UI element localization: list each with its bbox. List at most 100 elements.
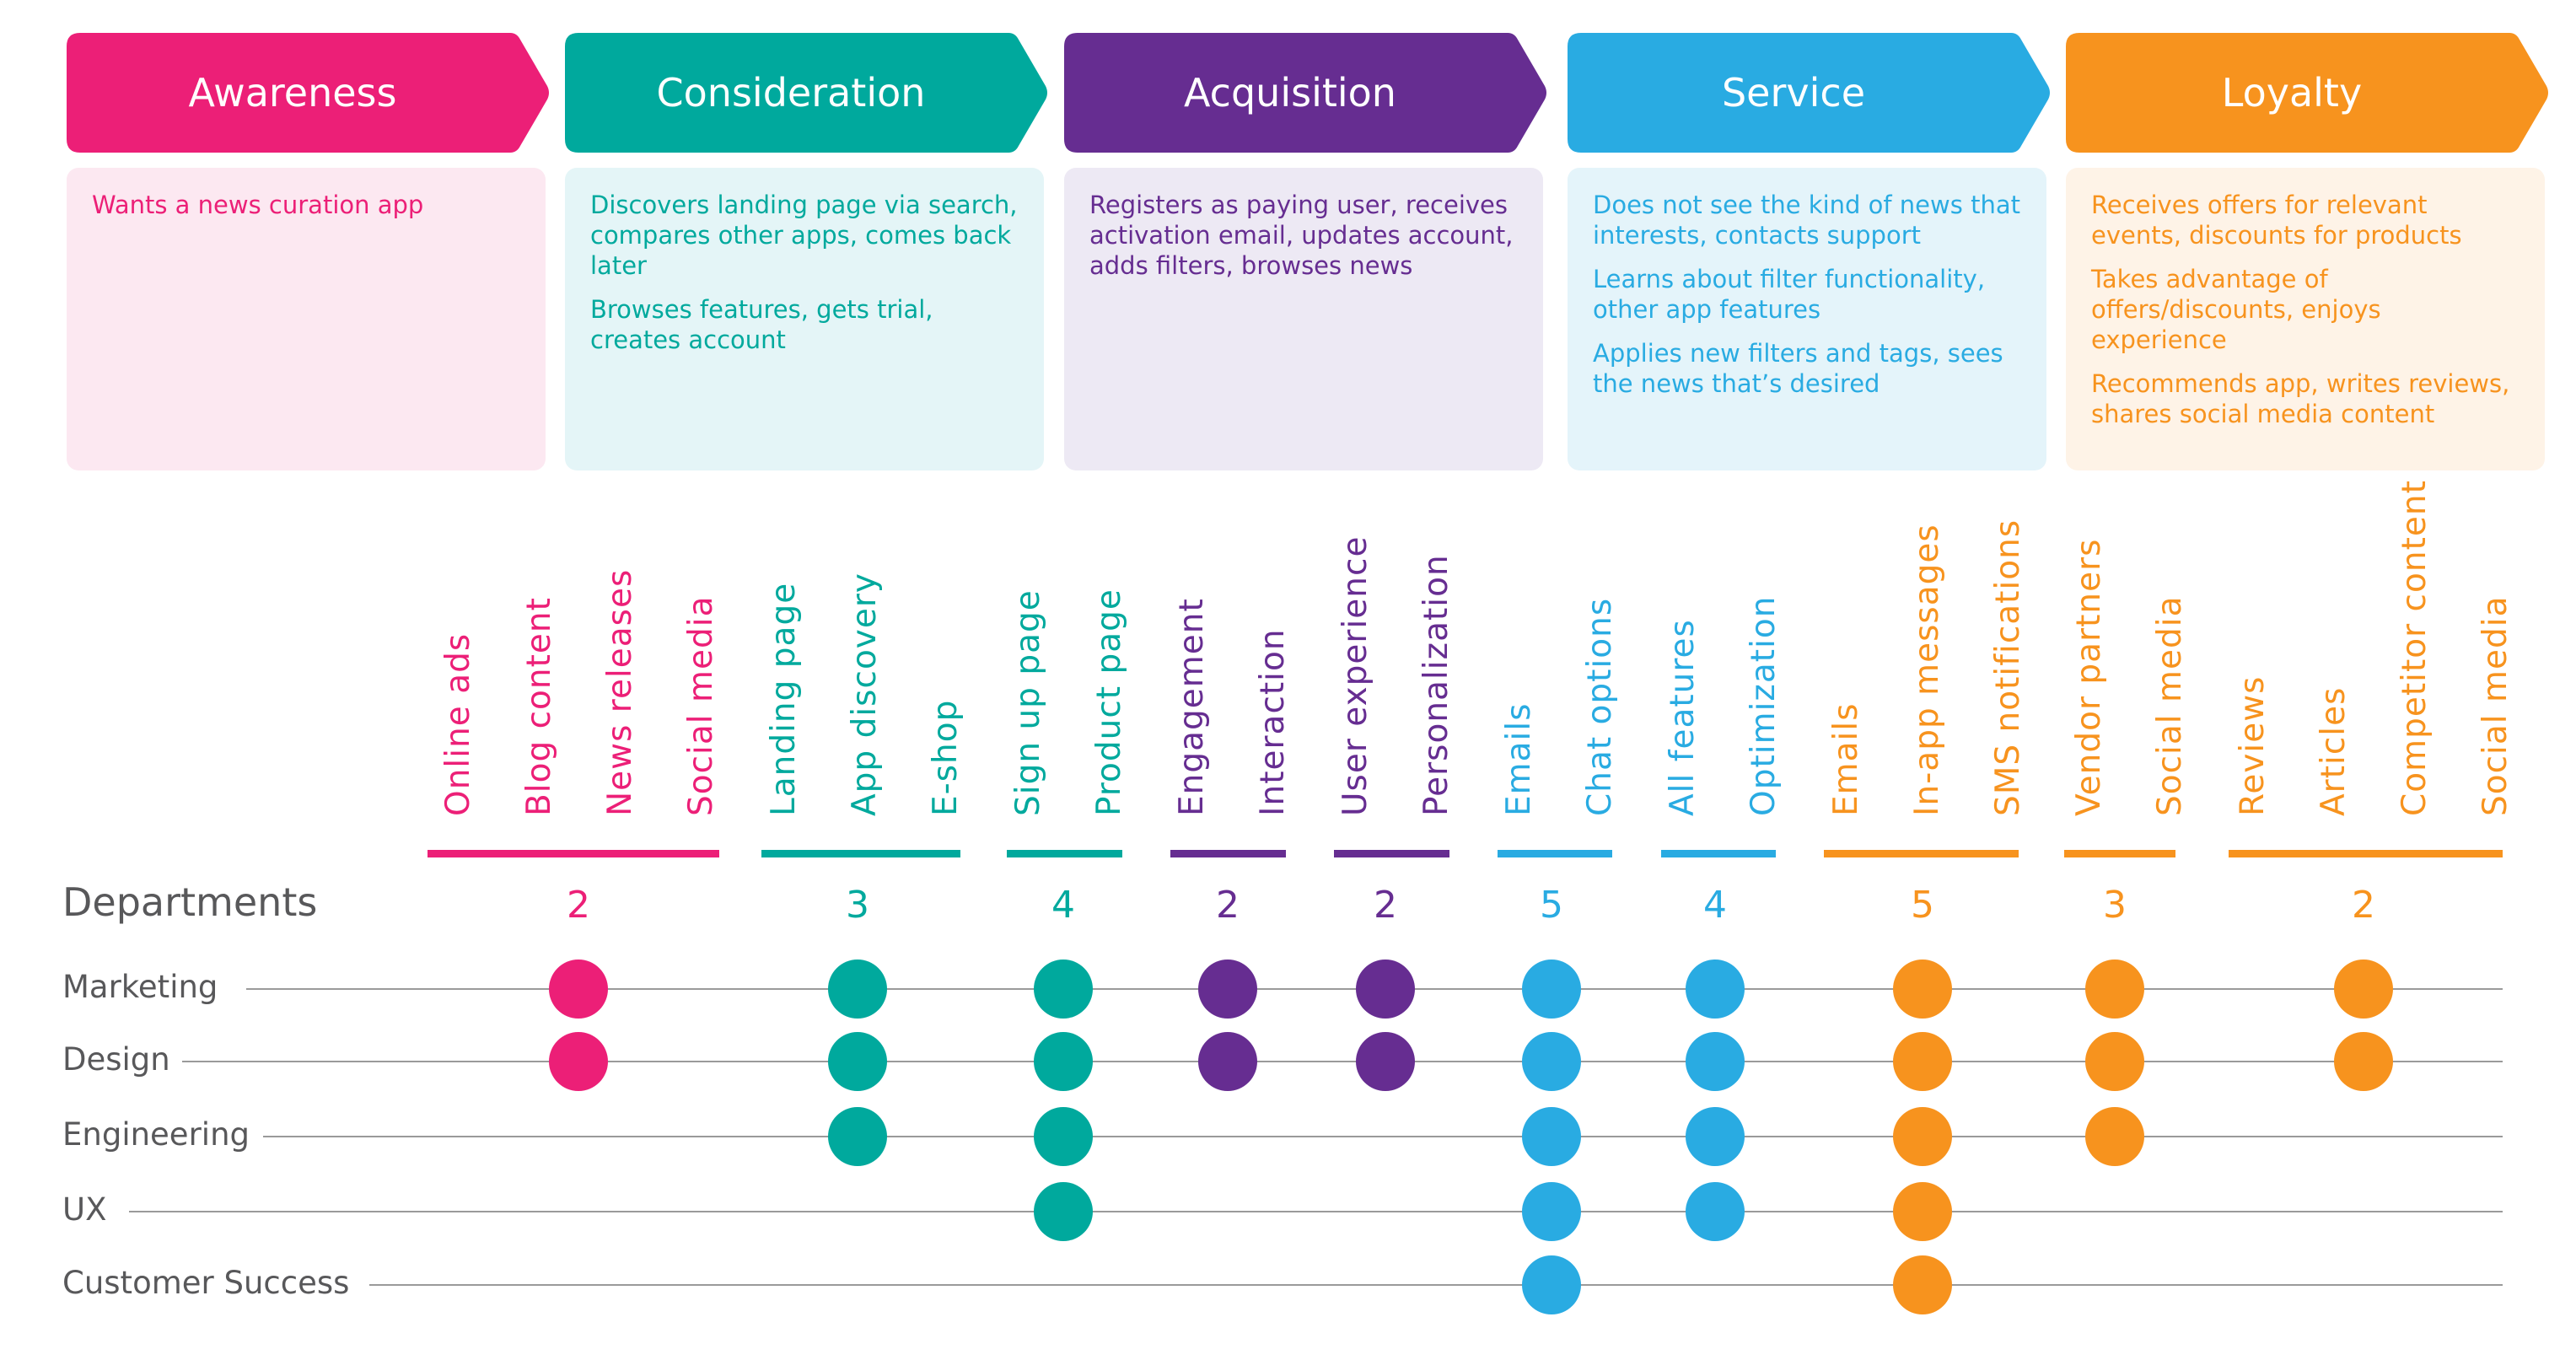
touchpoint-label: SMS notifications [1989, 519, 2027, 816]
involvement-dot [1356, 960, 1415, 1019]
stage-card-consideration: Discovers landing page via search, compa… [565, 168, 1044, 470]
stage-card-acquisition: Registers as paying user, receives activ… [1064, 168, 1543, 470]
involvement-dot [2085, 1032, 2144, 1091]
involvement-dot [1522, 960, 1581, 1019]
touchpoint-label: E-shop [927, 699, 965, 816]
stage-card-item: Applies new filters and tags, sees the n… [1593, 339, 2003, 398]
touchpoint-label: Landing page [765, 582, 803, 816]
involvement-dot [1522, 1182, 1581, 1241]
stage-header-consideration: Consideration [565, 33, 1047, 153]
involvement-dot [828, 960, 887, 1019]
touchpoint-label: Competitor content [2396, 480, 2433, 816]
involvement-dot [828, 1107, 887, 1166]
stage-card-item: Browses features, gets trial, creates ac… [590, 295, 933, 354]
group-underline [761, 850, 960, 857]
involvement-dot [1686, 1182, 1745, 1241]
stage-header-service: Service [1568, 33, 2050, 153]
involvement-dot [1686, 1032, 1745, 1091]
involvement-dot [828, 1032, 887, 1091]
stage-card-service: Does not see the kind of news that inter… [1568, 168, 2046, 470]
department-row-line [129, 1211, 2503, 1212]
involvement-dot [1893, 960, 1952, 1019]
involvement-dot [1522, 1255, 1581, 1314]
group-underline [1824, 850, 2019, 857]
department-label: Customer Success [62, 1265, 350, 1301]
involvement-dot [1686, 1107, 1745, 1166]
involvement-dot [2085, 1107, 2144, 1166]
involvement-dot [1893, 1032, 1952, 1091]
touchpoint-label: Vendor partners [2070, 538, 2108, 816]
stage-header-awareness: Awareness [67, 33, 549, 153]
stage-card-item: Recommends app, writes reviews, shares s… [2091, 369, 2510, 428]
department-count: 4 [1703, 884, 1727, 927]
touchpoint-label: Chat options [1581, 597, 1619, 816]
touchpoint-label: Emails [1500, 702, 1538, 816]
involvement-dot [1034, 1032, 1093, 1091]
group-underline [1661, 850, 1776, 857]
department-count: 2 [2352, 884, 2375, 927]
involvement-dot [549, 1032, 608, 1091]
stage-card-item: Learns about filter functionality, other… [1593, 265, 1986, 324]
touchpoint-label: Product page [1090, 589, 1128, 816]
departments-heading: Departments [62, 879, 318, 925]
touchpoint-label: Online ads [439, 632, 477, 816]
involvement-dot [1034, 960, 1093, 1019]
stage-title: Service [1721, 70, 1865, 116]
involvement-dot [1522, 1107, 1581, 1166]
group-underline [1334, 850, 1449, 857]
involvement-dot [549, 960, 608, 1019]
stage-header-loyalty: Loyalty [2066, 33, 2548, 153]
stage-card-item: Takes advantage of offers/discounts, enj… [2091, 265, 2381, 354]
department-count: 5 [1540, 884, 1563, 927]
group-underline [2064, 850, 2175, 857]
involvement-dot [2334, 1032, 2393, 1091]
touchpoint-label: Emails [1827, 702, 1865, 816]
department-row-line [369, 1284, 2503, 1286]
involvement-dot [1198, 960, 1257, 1019]
department-count: 2 [567, 884, 590, 927]
stage-card-item: Registers as paying user, receives activ… [1089, 191, 1514, 280]
department-row-line [263, 1136, 2503, 1137]
touchpoint-label: App discovery [846, 572, 884, 816]
group-underline [2229, 850, 2503, 857]
group-underline [1498, 850, 1612, 857]
touchpoint-label: Personalization [1417, 554, 1455, 816]
department-count: 3 [2103, 884, 2127, 927]
department-label: Design [62, 1041, 170, 1078]
involvement-dot [2334, 960, 2393, 1019]
touchpoint-label: Engagement [1173, 598, 1211, 816]
touchpoint-label: Blog content [520, 597, 558, 816]
stage-title: Consideration [656, 70, 926, 116]
department-count: 2 [1216, 884, 1240, 927]
department-label: UX [62, 1191, 107, 1228]
stage-title: Awareness [188, 70, 397, 116]
group-underline [1170, 850, 1286, 857]
department-row-line [182, 1061, 2503, 1062]
touchpoint-label: Optimization [1745, 595, 1783, 816]
involvement-dot [2085, 960, 2144, 1019]
involvement-dot [1893, 1255, 1952, 1314]
involvement-dot [1034, 1107, 1093, 1166]
touchpoint-label: User experience [1336, 535, 1374, 816]
department-count: 4 [1051, 884, 1075, 927]
touchpoint-label: In-app messages [1908, 524, 1946, 816]
stage-card-item: Wants a news curation app [92, 191, 424, 219]
department-label: Engineering [62, 1116, 250, 1153]
touchpoint-label: All features [1664, 619, 1702, 816]
department-count: 5 [1911, 884, 1934, 927]
touchpoint-label: Articles [2315, 686, 2353, 816]
stage-card-item: Receives offers for relevant events, dis… [2091, 191, 2462, 250]
group-underline [428, 850, 719, 857]
touchpoint-label: Social media [682, 595, 720, 816]
department-label: Marketing [62, 969, 218, 1005]
involvement-dot [1686, 960, 1745, 1019]
involvement-dot [1198, 1032, 1257, 1091]
stage-card-awareness: Wants a news curation app [67, 168, 546, 470]
involvement-dot [1034, 1182, 1093, 1241]
stage-title: Acquisition [1184, 70, 1396, 116]
group-underline [1007, 850, 1122, 857]
involvement-dot [1356, 1032, 1415, 1091]
involvement-dot [1893, 1107, 1952, 1166]
touchpoint-label: Social media [2477, 595, 2514, 816]
touchpoint-label: Interaction [1254, 628, 1292, 816]
